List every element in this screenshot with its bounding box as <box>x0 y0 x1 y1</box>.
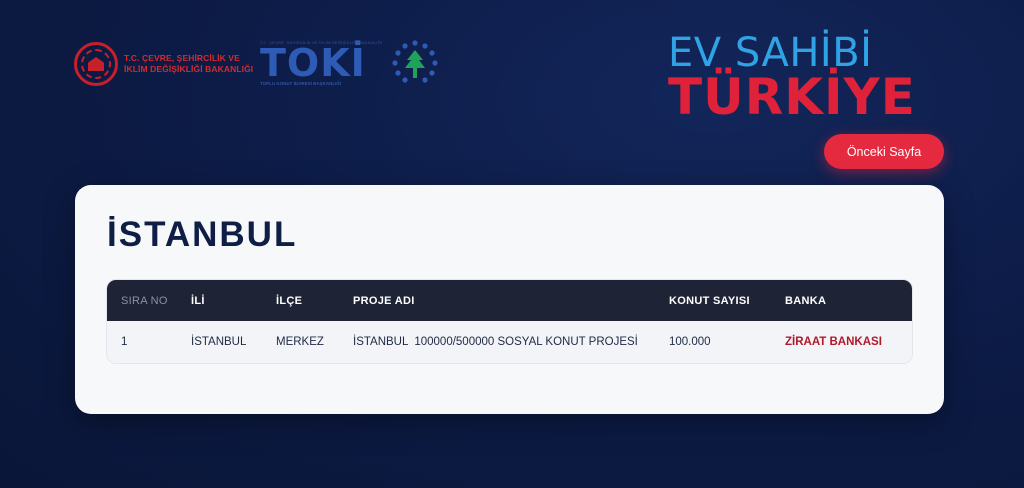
page-title: İSTANBUL <box>107 215 298 254</box>
brand-top-text: EV SAHİBİ <box>668 30 873 76</box>
cell-proje-adi: İSTANBUL 100000/500000 SOSYAL KONUT PROJ… <box>353 336 638 348</box>
previous-page-button[interactable]: Önceki Sayfa <box>824 134 944 169</box>
ministry-seal-icon <box>74 42 118 86</box>
table-row: 1 İSTANBUL MERKEZ İSTANBUL 100000/500000… <box>107 321 912 363</box>
column-header-ili: İLİ <box>191 294 205 307</box>
column-header-sira-no: SIRA NO <box>121 294 168 307</box>
column-header-proje-adi: PROJE ADI <box>353 294 415 307</box>
cell-ili: İSTANBUL <box>191 336 247 348</box>
toki-subtitle: TOPLU KONUT İDARESİ BAŞKANLIĞI <box>260 81 342 86</box>
toki-logo: T.C. ÇEVRE, ŞEHİRCİLİK VE İKLİM DEĞİŞİKL… <box>260 40 438 86</box>
cell-konut-sayisi: 100.000 <box>669 336 711 348</box>
ministry-name: T.C. ÇEVRE, ŞEHİRCİLİK VE İKLİM DEĞİŞİKL… <box>124 53 254 74</box>
ev-sahibi-turkiye-logo: EV SAHİBİ TÜRKİYE <box>668 30 948 126</box>
cell-sira-no: 1 <box>121 336 128 348</box>
cell-banka: ZİRAAT BANKASI <box>785 336 882 348</box>
column-header-banka: BANKA <box>785 294 827 307</box>
toki-tree-icon <box>392 40 438 83</box>
projects-table: SIRA NO İLİ İLÇE PROJE ADI KONUT SAYISI … <box>106 279 913 364</box>
province-card: İSTANBUL SIRA NO İLİ İLÇE PROJE ADI KONU… <box>75 185 944 414</box>
brand-bottom-text: TÜRKİYE <box>668 68 916 126</box>
cell-ilce: MERKEZ <box>276 336 324 348</box>
column-header-ilce: İLÇE <box>276 294 303 307</box>
table-header: SIRA NO İLİ İLÇE PROJE ADI KONUT SAYISI … <box>107 280 912 321</box>
ministry-logo: T.C. ÇEVRE, ŞEHİRCİLİK VE İKLİM DEĞİŞİKL… <box>74 42 253 86</box>
toki-name: TOKİ <box>260 41 366 85</box>
column-header-konut-sayisi: KONUT SAYISI <box>669 294 750 307</box>
